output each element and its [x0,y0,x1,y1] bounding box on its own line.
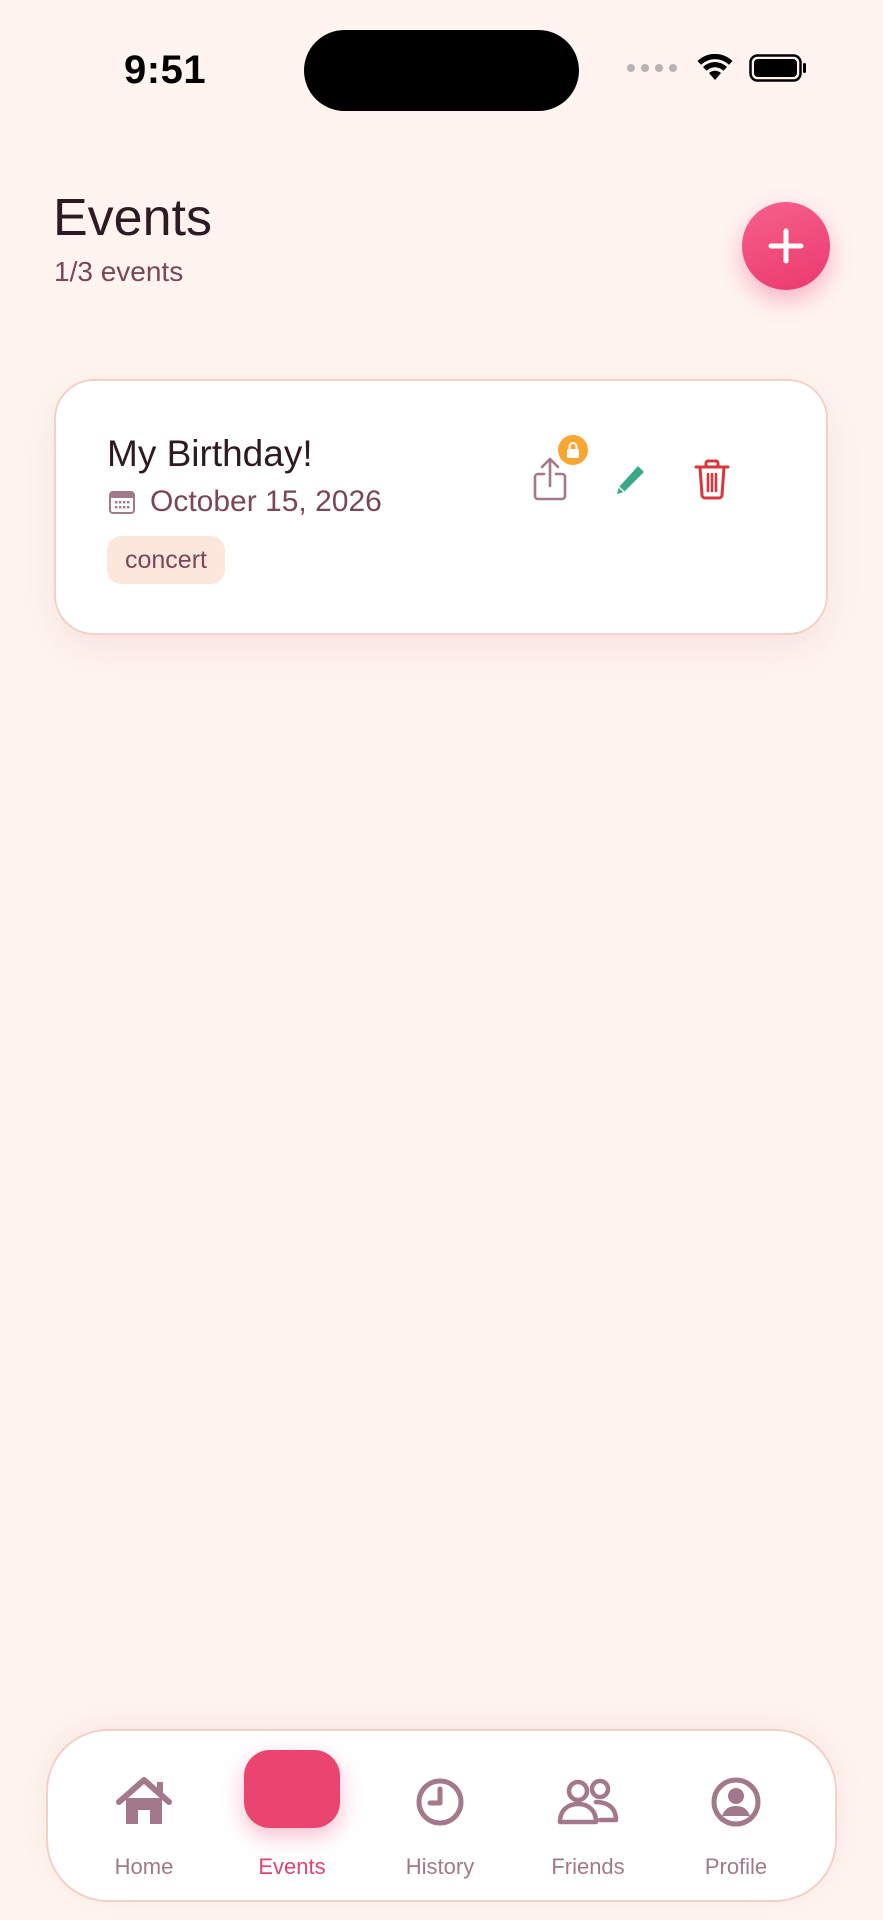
tab-label: Events [258,1854,326,1879]
plus-icon [768,228,804,264]
tab-events[interactable]: Events [218,1731,366,1904]
tab-label: Profile [704,1854,768,1879]
add-event-button[interactable] [742,202,830,290]
profile-icon [711,1777,761,1827]
tab-friends[interactable]: Friends [514,1731,662,1904]
delete-button[interactable] [684,451,740,507]
cellular-signal-icon [627,64,677,72]
tab-home[interactable]: Home [70,1731,218,1904]
page-title: Events [53,189,212,247]
clock-icon [416,1778,464,1826]
tab-label: Friends [551,1854,625,1879]
event-date: October 15, 2026 [150,485,382,518]
share-button[interactable] [522,435,588,507]
pencil-icon [617,466,644,494]
lock-badge [558,435,588,465]
wifi-icon [697,54,733,80]
battery-icon [749,54,806,82]
status-time: 9:51 [124,48,207,92]
tab-label: History [405,1854,475,1879]
calendar-icon [244,1750,340,1828]
event-title: My Birthday! [107,433,313,474]
share-icon [533,457,567,501]
home-icon [116,1777,172,1824]
events-screen: 9:51 Events 1/3 events My Birthday! Octo… [0,0,883,1920]
status-indicators [627,54,807,82]
calendar-icon [109,491,135,514]
event-count: 1/3 events [54,256,184,287]
tab-label: Home [114,1854,174,1879]
tab-profile[interactable]: Profile [662,1731,810,1904]
friends-icon [557,1778,619,1825]
trash-icon [694,459,730,500]
event-tag[interactable]: concert [107,536,225,584]
lock-icon [567,442,579,458]
dynamic-island [304,30,579,111]
event-card[interactable]: My Birthday! October 15, 2026 concert [54,379,828,635]
edit-button[interactable] [603,451,659,507]
tab-history[interactable]: History [366,1731,514,1904]
tab-bar: Home Events History Friends Profile [46,1729,837,1902]
event-date-row: October 15, 2026 [108,485,382,519]
